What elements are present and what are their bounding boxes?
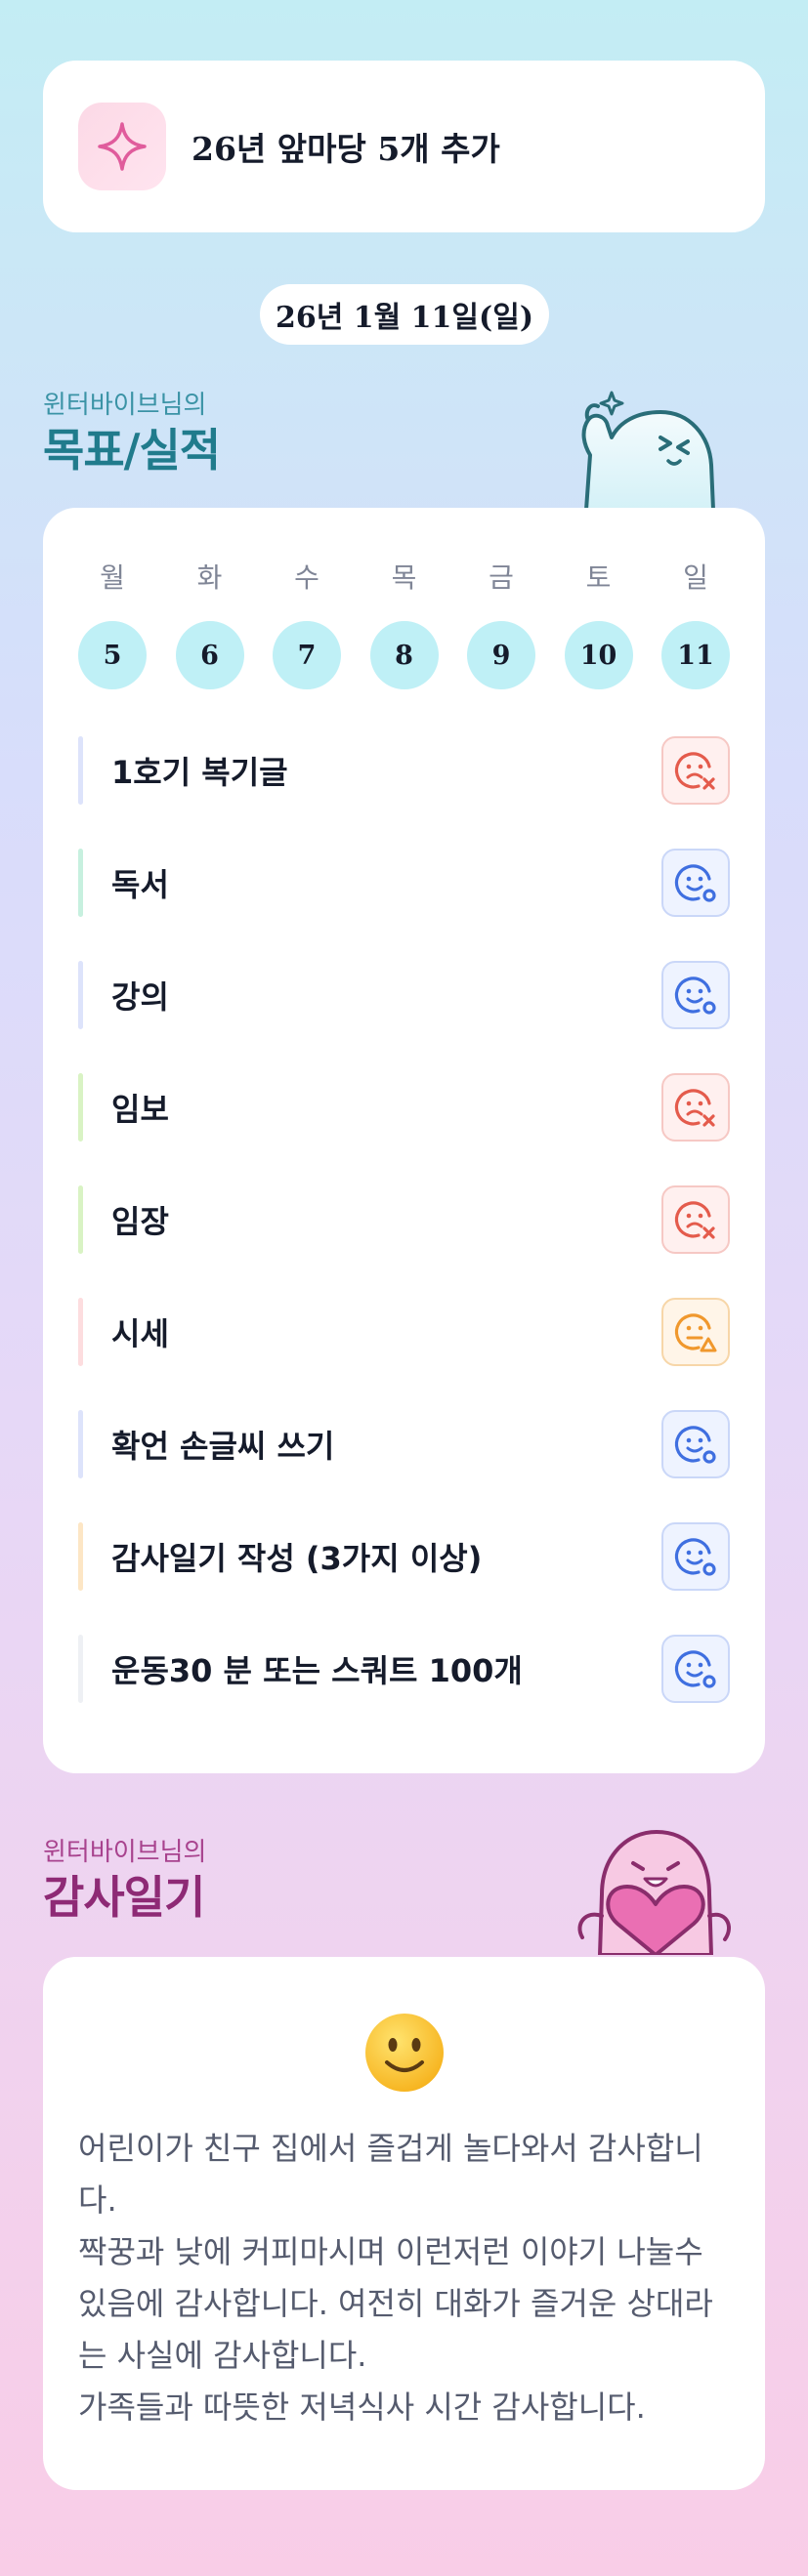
goal-accent-bar — [78, 1522, 83, 1591]
date-circle[interactable]: 9 — [467, 621, 535, 689]
goal-accent-bar — [78, 736, 83, 805]
smile-circle-icon — [674, 1426, 716, 1464]
goal-status-badge[interactable] — [661, 1522, 730, 1591]
date-circle[interactable]: 11 — [661, 621, 730, 689]
goal-label: 운동30 분 또는 스쿼트 100개 — [111, 1652, 523, 1689]
weekday-label: 월 — [100, 561, 125, 594]
goal-label: 임장 — [111, 1203, 169, 1240]
smile-circle-icon — [674, 1650, 716, 1688]
banner-text: 26년 앞마당 5개 추가 — [191, 130, 500, 168]
date-pill[interactable]: 26년 1월 11일(일) — [260, 284, 549, 345]
diary-section-title: 감사일기 — [43, 1871, 205, 1924]
goal-status-badge[interactable] — [661, 1185, 730, 1254]
goal-row[interactable]: 운동30 분 또는 스쿼트 100개 — [78, 1635, 730, 1703]
gratitude-diary-card: 어린이가 친구 집에서 즐겁게 놀다와서 감사합니다. 짝꿍과 낮에 커피마시며… — [43, 1957, 765, 2490]
sad-x-icon — [674, 1089, 715, 1127]
goal-label: 독서 — [111, 866, 169, 903]
goal-status-badge[interactable] — [661, 1298, 730, 1366]
goal-status-badge[interactable] — [661, 1410, 730, 1478]
weekday-label: 화 — [196, 561, 223, 594]
goal-row[interactable]: 1호기 복기글 — [78, 736, 730, 805]
weekday-label: 목 — [391, 561, 417, 594]
goal-status-badge[interactable] — [661, 1073, 730, 1142]
sparkle-icon — [78, 103, 166, 190]
goal-label: 확언 손글씨 쓰기 — [111, 1428, 335, 1465]
weekday-label: 토 — [585, 561, 612, 594]
goal-status-badge[interactable] — [661, 736, 730, 805]
goal-status-badge[interactable] — [661, 961, 730, 1029]
date-circle[interactable]: 7 — [273, 621, 341, 689]
goal-label: 임보 — [111, 1091, 169, 1128]
smile-circle-icon — [674, 976, 716, 1015]
goal-label: 1호기 복기글 — [111, 754, 288, 791]
goal-label: 감사일기 작성 (3가지 이상) — [111, 1540, 483, 1577]
smile-circle-icon — [674, 1538, 716, 1576]
sad-x-icon — [674, 1201, 715, 1239]
goal-row[interactable]: 시세 — [78, 1298, 730, 1366]
goal-status-badge[interactable] — [661, 1635, 730, 1703]
weekday-label: 일 — [683, 561, 708, 594]
goal-row[interactable]: 강의 — [78, 961, 730, 1029]
goal-section-title: 목표/실적 — [43, 424, 221, 477]
weekday-label: 수 — [294, 561, 319, 594]
smile-circle-icon — [674, 864, 716, 902]
date-circle[interactable]: 8 — [369, 621, 439, 689]
goal-accent-bar — [78, 1298, 83, 1366]
goal-label: 시세 — [111, 1315, 169, 1352]
goal-row[interactable]: 확언 손글씨 쓰기 — [78, 1410, 730, 1478]
goal-status-badge[interactable] — [661, 849, 730, 917]
date-circle[interactable]: 6 — [175, 621, 244, 689]
goal-row[interactable]: 독서 — [78, 849, 730, 917]
date-circle[interactable]: 10 — [564, 621, 633, 689]
goal-row[interactable]: 임장 — [78, 1185, 730, 1254]
diary-text: 어린이가 친구 집에서 즐겁게 놀다와서 감사합니다. 짝꿍과 낮에 커피마시며… — [78, 2130, 713, 2426]
goals-card: 월 화 수 목 금 토 일 5 6 7 8 9 10 11 1호기 복기글 독서 — [43, 508, 765, 1773]
goal-accent-bar — [78, 1185, 83, 1254]
date-circle[interactable]: 5 — [78, 621, 147, 689]
weekday-header: 월 화 수 목 금 토 일 — [78, 557, 730, 596]
mascot-heart-icon — [577, 1830, 731, 1955]
mascot-waving-icon — [581, 391, 715, 510]
goal-row[interactable]: 감사일기 작성 (3가지 이상) — [78, 1522, 730, 1591]
goal-accent-bar — [78, 1073, 83, 1142]
goal-banner[interactable]: 26년 앞마당 5개 추가 — [43, 61, 765, 232]
goal-accent-bar — [78, 849, 83, 917]
goal-accent-bar — [78, 1410, 83, 1478]
week-dates: 5 6 7 8 9 10 11 — [78, 621, 730, 689]
smiley-face-icon — [365, 2014, 444, 2092]
goal-label: 강의 — [111, 978, 169, 1016]
sad-x-icon — [674, 752, 715, 790]
goal-row[interactable]: 임보 — [78, 1073, 730, 1142]
goal-accent-bar — [78, 1635, 83, 1703]
goal-accent-bar — [78, 961, 83, 1029]
meh-warning-icon — [674, 1313, 717, 1352]
weekday-label: 금 — [489, 561, 514, 594]
